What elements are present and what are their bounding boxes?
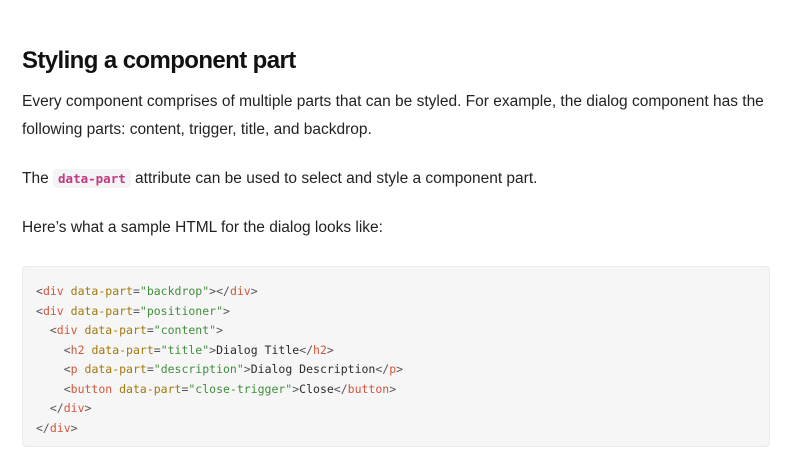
code-punctuation: < — [63, 381, 71, 396]
code-punctuation: > — [216, 323, 224, 337]
code-punctuation: </ — [49, 401, 64, 415]
code-punctuation: < — [63, 362, 71, 376]
code-punctuation: > — [250, 284, 258, 298]
code-punctuation: > — [396, 362, 404, 376]
code-punctuation: = — [146, 323, 154, 337]
code-punctuation: > — [223, 303, 230, 318]
code-tag-name: div — [229, 284, 251, 298]
code-line: <button data-part="close-trigger">Close<… — [36, 380, 403, 400]
code-punctuation: = — [153, 342, 161, 357]
code-punctuation: = — [132, 303, 140, 318]
code-punctuation: < — [49, 323, 57, 337]
code-punctuation: > — [326, 342, 334, 357]
section-heading: Styling a component part — [22, 47, 296, 74]
code-attribute: data-part — [91, 342, 154, 357]
code-string: "backdrop" — [139, 284, 210, 298]
code-tag-name: div — [42, 284, 64, 298]
code-punctuation: > — [243, 362, 251, 376]
code-text: Dialog Description — [250, 362, 376, 376]
inline-code-data-part: data-part — [53, 169, 131, 188]
code-line: <div data-part="content"> — [36, 321, 403, 341]
code-attribute: data-part — [119, 381, 182, 396]
code-tag-name: p — [70, 362, 78, 376]
code-punctuation: < — [36, 284, 43, 298]
code-tag-name: div — [56, 323, 78, 337]
code-tag-name: div — [42, 303, 64, 318]
code-attribute: data-part — [70, 303, 133, 318]
code-string: "description" — [153, 362, 244, 376]
code-punctuation: </ — [36, 420, 50, 435]
code-attribute: data-part — [84, 323, 147, 337]
code-line: <div data-part="positioner"> — [36, 302, 403, 322]
code-punctuation: < — [36, 303, 43, 318]
code-tag-name: div — [49, 420, 71, 435]
code-punctuation: </ — [333, 381, 348, 396]
code-line: <p data-part="description">Dialog Descri… — [36, 360, 403, 380]
code-punctuation: = — [146, 362, 154, 376]
intro-paragraph: Every component comprises of multiple pa… — [22, 93, 764, 138]
code-pre: <div data-part="backdrop"></div> <div dat… — [36, 282, 403, 438]
code-tag-name: button — [70, 381, 113, 396]
code-string: "title" — [160, 342, 210, 357]
code-line: <h2 data-part="title">Dialog Title</h2> — [36, 341, 403, 361]
code-tag-name: h2 — [70, 342, 85, 357]
code-attribute: data-part — [70, 284, 133, 298]
code-punctuation: = — [132, 284, 140, 298]
code-attribute: data-part — [84, 362, 147, 376]
code-tag-name: h2 — [313, 342, 327, 357]
code-line: <div data-part="backdrop"></div> — [36, 282, 403, 302]
code-punctuation: > — [70, 420, 78, 435]
code-text: Close — [299, 381, 334, 396]
code-punctuation: < — [63, 342, 71, 357]
code-string: "content" — [153, 323, 217, 337]
code-tag-name: div — [63, 401, 85, 415]
code-line: </div> — [36, 419, 403, 439]
code-line: </div> — [36, 399, 403, 419]
code-punctuation: > — [84, 401, 92, 415]
code-punctuation: </ — [299, 342, 314, 357]
code-punctuation: </ — [375, 362, 390, 376]
code-string: "positioner" — [139, 303, 223, 318]
attr-sentence-after: attribute can be used to select and styl… — [130, 170, 538, 187]
code-string: "close-trigger" — [188, 381, 293, 396]
code-tag-name: button — [347, 381, 390, 396]
sample-intro-paragraph: Here’s what a sample HTML for the dialog… — [22, 219, 383, 236]
attr-sentence-before: The — [22, 170, 54, 187]
code-punctuation: </ — [216, 284, 230, 298]
code-block[interactable]: <div data-part="backdrop"></div> <div dat… — [22, 266, 770, 447]
attribute-paragraph: The data-part attribute can be used to s… — [22, 165, 774, 193]
code-punctuation: > — [389, 381, 397, 396]
code-text: Dialog Title — [216, 342, 300, 357]
